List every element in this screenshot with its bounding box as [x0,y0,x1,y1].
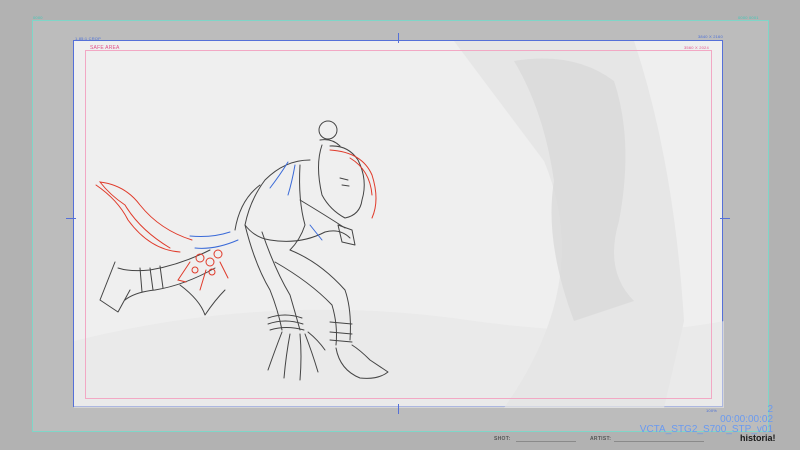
shot-slate: 2 00:00:00:02 VCTA_STG2_S700_STP_v01 [640,405,773,435]
shot-field-line [516,441,576,442]
shot-label: SHOT: [494,436,511,442]
studio-logo: historia! [740,433,776,443]
character-sketch [95,120,389,381]
artist-field-line [614,441,704,442]
artist-label: ARTIST: [590,436,612,442]
